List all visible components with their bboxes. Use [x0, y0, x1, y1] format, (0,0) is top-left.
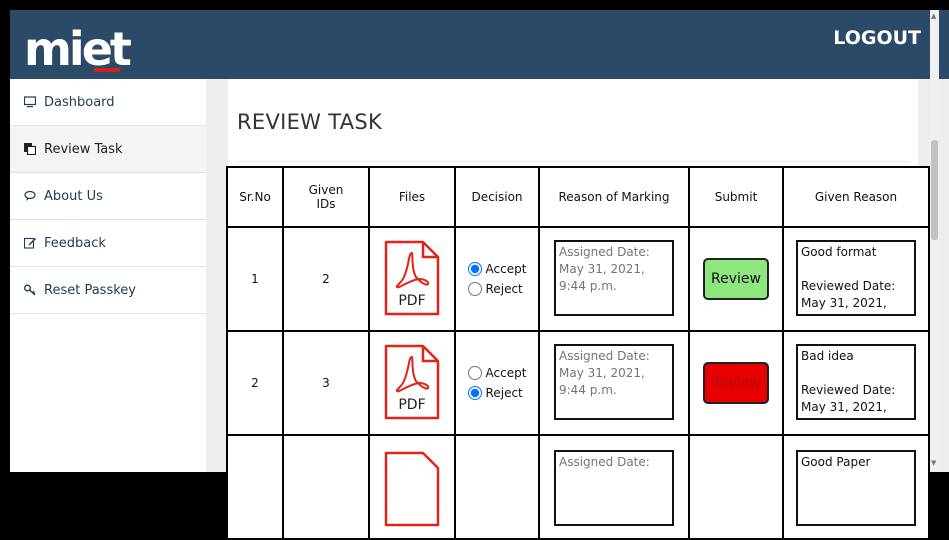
monitor-icon: [24, 96, 36, 108]
submit-cell: Review: [688, 226, 784, 332]
submit-cell: Review: [688, 330, 784, 436]
sidebar-item-reset-passkey[interactable]: Reset Passkey: [10, 267, 206, 314]
given-id-cell: 3: [282, 330, 370, 436]
copy-icon: [24, 143, 36, 155]
reject-radio[interactable]: [467, 386, 482, 400]
review-button[interactable]: Review: [703, 362, 769, 404]
pdf-file-icon[interactable]: PDF: [383, 343, 441, 421]
vertical-scrollbar[interactable]: ▲ ▼: [930, 10, 939, 472]
logout-button[interactable]: LOGOUT: [833, 27, 921, 49]
page-title: REVIEW TASK: [237, 110, 383, 134]
reject-radio[interactable]: [467, 282, 482, 296]
top-header: miet LOGOUT: [10, 10, 949, 79]
sidebar-item-about-us[interactable]: About Us: [10, 173, 206, 220]
sr-no-cell: 1: [226, 226, 284, 332]
svg-text:PDF: PDF: [398, 397, 425, 413]
reject-option[interactable]: Reject: [467, 386, 527, 400]
given-reason-cell: Good format Reviewed Date: May 31, 2021,…: [782, 226, 930, 332]
reason-cell: [538, 434, 690, 540]
svg-text:PDF: PDF: [398, 293, 425, 309]
svg-text:miet: miet: [24, 23, 131, 75]
files-cell: [368, 434, 456, 540]
chat-icon: [24, 190, 36, 202]
decision-cell: Accept Reject: [454, 226, 540, 332]
accept-option[interactable]: Accept: [467, 366, 526, 380]
given-id-cell: 2: [282, 226, 370, 332]
given-id-cell: [282, 434, 370, 540]
files-cell: PDF: [368, 330, 456, 436]
header-decision: Decision: [454, 166, 540, 228]
reason-cell: [538, 226, 690, 332]
sidebar-item-label: About Us: [44, 188, 103, 204]
pdf-file-icon[interactable]: PDF: [383, 239, 441, 317]
miet-logo: miet: [24, 23, 134, 75]
key-icon: [24, 284, 36, 296]
submit-cell: [688, 434, 784, 540]
table-row: 1 2 PDF Accept Reject Review: [226, 226, 930, 332]
files-cell: PDF: [368, 226, 456, 332]
review-button[interactable]: Review: [703, 258, 769, 300]
pdf-file-icon[interactable]: [383, 450, 441, 528]
sidebar-item-label: Dashboard: [44, 94, 115, 110]
header-reason-of-marking: Reason of Marking: [538, 166, 690, 228]
sr-no-cell: [226, 434, 284, 540]
table-row: Good Paper: [226, 434, 930, 540]
sidebar-item-feedback[interactable]: Feedback: [10, 220, 206, 267]
divider: [237, 161, 910, 162]
sr-no-cell: 2: [226, 330, 284, 436]
review-task-table: Sr.No Given IDs Files Decision Reason of…: [226, 166, 930, 540]
scroll-down-icon[interactable]: ▼: [931, 459, 936, 467]
accept-radio[interactable]: [467, 262, 482, 276]
given-reason-textarea[interactable]: Good Paper: [796, 450, 916, 526]
sidebar-item-dashboard[interactable]: Dashboard: [10, 79, 206, 126]
given-reason-textarea[interactable]: Bad idea Reviewed Date: May 31, 2021, 09…: [796, 343, 916, 420]
scrollbar-thumb[interactable]: [931, 140, 938, 240]
edit-icon: [24, 237, 36, 249]
sidebar: Dashboard Review Task About Us Feedback …: [10, 79, 206, 472]
given-reason-textarea[interactable]: Good format Reviewed Date: May 31, 2021,…: [796, 239, 916, 316]
reason-textarea[interactable]: [554, 450, 674, 526]
table-header-row: Sr.No Given IDs Files Decision Reason of…: [226, 166, 930, 228]
header-submit: Submit: [688, 166, 784, 228]
reason-textarea[interactable]: [554, 343, 674, 420]
header-given-ids: Given IDs: [282, 166, 370, 228]
reason-cell: [538, 330, 690, 436]
sidebar-item-label: Feedback: [44, 235, 106, 251]
sidebar-item-label: Reset Passkey: [44, 282, 136, 298]
given-reason-cell: Good Paper: [782, 434, 930, 540]
reason-textarea[interactable]: [554, 239, 674, 316]
header-sr-no: Sr.No: [226, 166, 284, 228]
sidebar-item-review-task[interactable]: Review Task: [10, 126, 206, 173]
accept-radio[interactable]: [467, 366, 482, 380]
accept-option[interactable]: Accept: [467, 262, 526, 276]
decision-cell: Accept Reject: [454, 330, 540, 436]
table-row: 2 3 PDF Accept Reject Review: [226, 330, 930, 436]
header-files: Files: [368, 166, 456, 228]
header-given-reason: Given Reason: [782, 166, 930, 228]
given-reason-cell: Bad idea Reviewed Date: May 31, 2021, 09…: [782, 330, 930, 436]
reject-option[interactable]: Reject: [467, 282, 527, 296]
sidebar-item-label: Review Task: [44, 141, 123, 157]
scroll-up-icon[interactable]: ▲: [931, 12, 936, 20]
decision-cell: [454, 434, 540, 540]
